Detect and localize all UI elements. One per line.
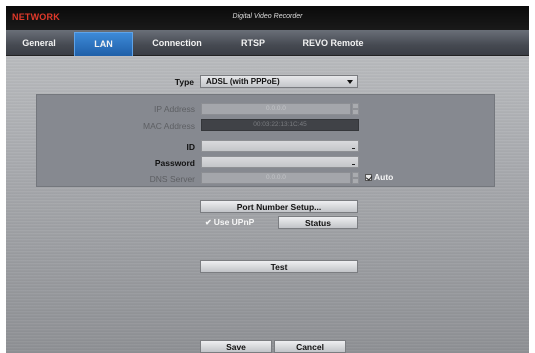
use-upnp-checkbox[interactable]: ✔ Use UPnP bbox=[205, 217, 254, 227]
mac-address-field: 00:03:22:13:1C:45 bbox=[201, 119, 359, 131]
dns-server-field: 0.0.0.0 bbox=[201, 172, 351, 184]
connection-settings-group: IP Address 0.0.0.0 MAC Address 00:03:22:… bbox=[36, 94, 495, 187]
app-title: Digital Video Recorder bbox=[232, 13, 303, 20]
use-upnp-label: Use UPnP bbox=[213, 217, 255, 227]
text-cursor-icon bbox=[352, 164, 355, 165]
auto-checkbox[interactable]: Auto bbox=[365, 172, 393, 182]
tab-bar: General LAN Connection RTSP REVO Remote bbox=[6, 30, 529, 56]
type-dropdown[interactable]: ADSL (with PPPoE) bbox=[200, 75, 358, 88]
id-input[interactable] bbox=[201, 140, 359, 152]
chevron-down-icon bbox=[347, 80, 353, 84]
tab-rtsp[interactable]: RTSP bbox=[224, 33, 282, 53]
password-label: Password bbox=[154, 158, 195, 168]
lan-settings-panel: Type ADSL (with PPPoE) IP Address 0.0.0.… bbox=[6, 56, 529, 353]
tab-revo-remote[interactable]: REVO Remote bbox=[293, 33, 373, 53]
id-label: ID bbox=[186, 142, 196, 152]
tab-lan[interactable]: LAN bbox=[74, 32, 133, 56]
dns-server-spinner bbox=[352, 172, 359, 184]
dns-server-label: DNS Server bbox=[149, 174, 195, 184]
ip-address-spinner bbox=[352, 103, 359, 115]
tab-general[interactable]: General bbox=[6, 33, 72, 53]
password-input[interactable] bbox=[201, 156, 359, 168]
checkmark-icon: ✔ bbox=[205, 218, 212, 227]
title-bar: NETWORK Digital Video Recorder bbox=[6, 6, 529, 30]
ip-address-field: 0.0.0.0 bbox=[201, 103, 351, 115]
type-label: Type bbox=[174, 77, 194, 87]
text-cursor-icon bbox=[352, 148, 355, 149]
tab-connection[interactable]: Connection bbox=[138, 33, 216, 53]
checkbox-checked-icon bbox=[365, 174, 372, 181]
network-setup-window: NETWORK Digital Video Recorder General L… bbox=[0, 0, 535, 353]
test-button[interactable]: Test bbox=[200, 260, 358, 273]
ip-address-label: IP Address bbox=[154, 104, 195, 114]
type-dropdown-value: ADSL (with PPPoE) bbox=[206, 77, 280, 86]
port-number-setup-button[interactable]: Port Number Setup... bbox=[200, 200, 358, 213]
status-button[interactable]: Status bbox=[278, 216, 358, 229]
auto-label: Auto bbox=[374, 172, 394, 182]
mac-address-label: MAC Address bbox=[143, 121, 195, 131]
cancel-button[interactable]: Cancel bbox=[274, 340, 346, 353]
save-button[interactable]: Save bbox=[200, 340, 272, 353]
